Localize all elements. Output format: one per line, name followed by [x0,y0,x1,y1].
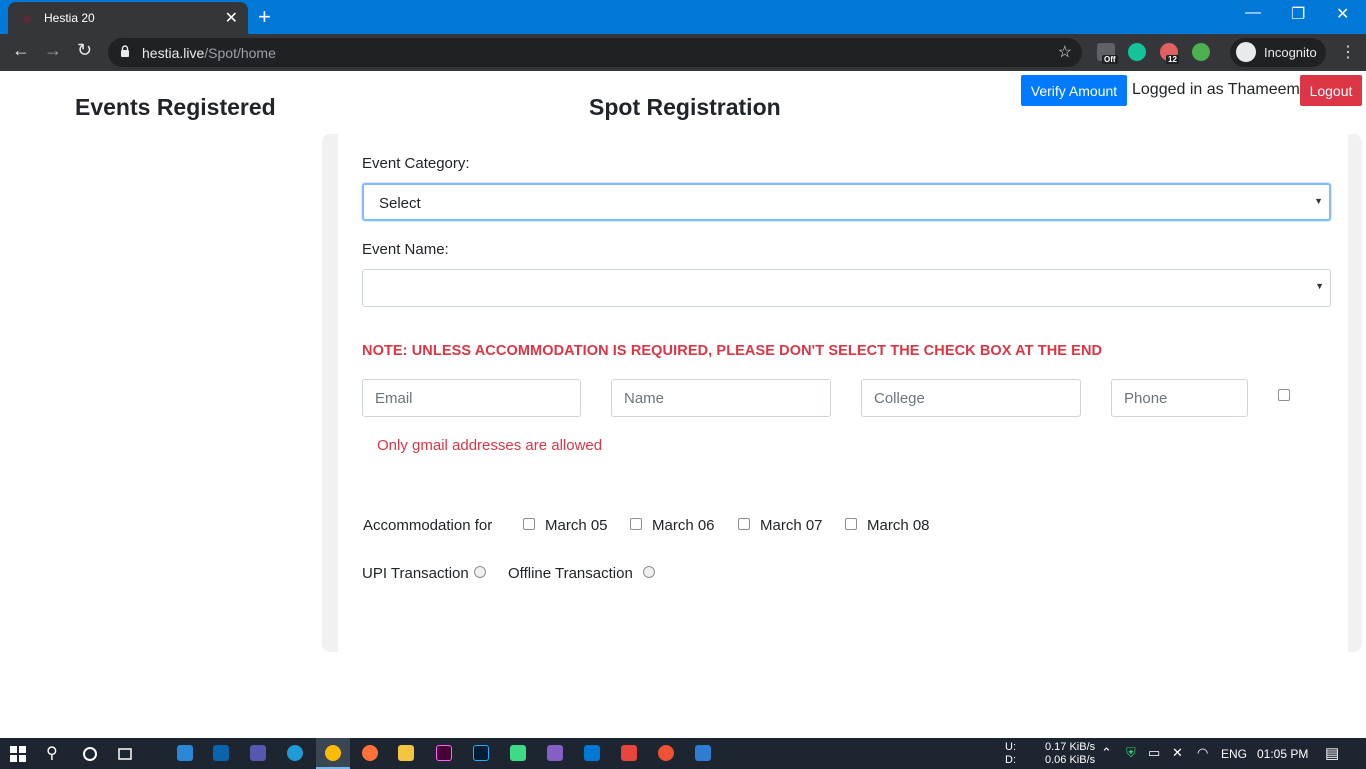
clock[interactable]: 01:05 PM [1257,747,1308,761]
app-orange-icon[interactable] [658,745,674,761]
todo-app-icon[interactable] [177,745,193,761]
teams-icon[interactable] [250,745,266,761]
upi-transaction-label: UPI Transaction [362,565,469,582]
window-close-icon[interactable]: ✕ [1336,4,1349,24]
url-host: hestia.live [142,45,205,61]
firefox-icon[interactable] [362,745,378,761]
net-down-label: D: [1005,754,1016,766]
logged-in-text: Logged in as Thameem [1132,81,1300,98]
logout-button[interactable]: Logout [1300,75,1362,106]
march-06-label: March 06 [652,517,715,534]
restore-icon[interactable]: ❐ [1291,4,1305,24]
photoshop-icon[interactable] [473,745,489,761]
visual-studio-icon[interactable] [547,745,563,761]
event-category-label: Event Category: [362,155,470,172]
notifications-icon[interactable]: ▤ [1325,744,1339,762]
offline-transaction-label: Offline Transaction [508,565,633,582]
app-red-icon[interactable] [621,745,637,761]
new-tab-button[interactable]: + [258,4,271,30]
browser-toolbar: ← → ↻ hestia.live/Spot/home ☆ Off 12 Inc… [0,34,1366,71]
task-view-icon[interactable] [117,746,133,762]
cortana-icon[interactable] [82,746,98,762]
windows-taskbar: ⚲ U: D: 0.17 KiB/s 0.06 KiB/s ⌃ ⛨ ▭ ✕ ◠ … [0,738,1366,769]
url-path: /Spot/home [204,45,276,61]
minimize-icon[interactable]: — [1245,4,1261,22]
march-06-checkbox[interactable] [630,518,642,530]
march-07-checkbox[interactable] [738,518,750,530]
email-error-message: Only gmail addresses are allowed [377,437,603,454]
net-up-label: U: [1005,741,1016,753]
android-studio-icon[interactable] [510,745,526,761]
browser-menu-icon[interactable]: ⋮ [1340,42,1356,62]
accommodation-for-label: Accommodation for [363,517,493,534]
panel-right-border [1348,134,1362,652]
tab-title: Hestia 20 [44,11,95,25]
event-category-select[interactable]: Select ▼ [362,183,1331,221]
edge-icon[interactable] [287,745,303,761]
chevron-down-icon: ▼ [1315,281,1324,291]
reload-icon[interactable]: ↻ [77,40,92,61]
tab-close-icon[interactable]: ✕ [225,8,238,28]
bookmark-star-icon[interactable]: ☆ [1058,42,1072,62]
file-explorer-icon[interactable] [398,745,414,761]
outlook-icon[interactable] [213,745,229,761]
windows-start-icon[interactable] [10,746,26,762]
email-field[interactable] [362,379,581,417]
back-icon[interactable]: ← [12,40,30,61]
upi-transaction-radio[interactable] [474,566,486,578]
browser-tab[interactable]: Hestia 20 ✕ [8,2,248,34]
event-name-select[interactable]: ▼ [362,269,1331,307]
net-upload-speed: 0.17 KiB/s [1045,741,1096,753]
march-08-label: March 08 [867,517,930,534]
shield-icon[interactable]: ⛨ [1126,745,1136,761]
language-indicator[interactable]: ENG [1221,747,1247,761]
extension-count-badge: 12 [1166,55,1179,64]
accommodation-required-checkbox[interactable] [1278,389,1290,401]
march-08-checkbox[interactable] [845,518,857,530]
incognito-label: Incognito [1264,45,1317,60]
march-05-label: March 05 [545,517,608,534]
spot-registration-heading: Spot Registration [589,94,781,120]
event-name-label: Event Name: [362,241,449,258]
chrome-icon[interactable] [325,745,341,761]
adobe-xd-icon[interactable] [436,745,452,761]
url-text: hestia.live/Spot/home [142,45,276,61]
accommodation-note: NOTE: UNLESS ACCOMMODATION IS REQUIRED, … [362,343,1103,359]
phone-field[interactable] [1111,379,1248,417]
powershell-icon[interactable] [695,745,711,761]
march-07-label: March 07 [760,517,823,534]
lock-icon [121,45,129,57]
net-download-speed: 0.06 KiB/s [1045,754,1096,766]
vscode-icon[interactable] [584,745,600,761]
incognito-icon [1236,42,1256,62]
march-05-checkbox[interactable] [523,518,535,530]
chevron-up-icon[interactable]: ⌃ [1101,745,1112,761]
extension-colorful-icon[interactable] [1192,43,1210,61]
grammarly-icon[interactable] [1128,43,1146,61]
panel-left-border [322,134,338,652]
verify-amount-button[interactable]: Verify Amount [1021,75,1127,106]
extension-off-badge: Off [1102,55,1118,64]
offline-transaction-radio[interactable] [643,566,655,578]
events-registered-heading: Events Registered [75,94,276,120]
forward-icon[interactable]: → [44,40,62,61]
college-field[interactable] [861,379,1081,417]
chevron-down-icon: ▼ [1314,196,1323,206]
hestia-favicon-icon [23,15,31,23]
incognito-indicator[interactable]: Incognito [1230,38,1326,67]
battery-icon[interactable]: ▭ [1148,745,1160,761]
name-field[interactable] [611,379,831,417]
address-bar[interactable]: hestia.live/Spot/home ☆ [108,38,1082,67]
wifi-icon[interactable]: ◠ [1197,745,1208,761]
event-category-value: Select [379,195,421,212]
search-icon[interactable]: ⚲ [46,743,58,763]
browser-tab-strip: Hestia 20 ✕ + — ❐ ✕ [0,0,1366,34]
volume-muted-icon[interactable]: ✕ [1172,745,1183,761]
